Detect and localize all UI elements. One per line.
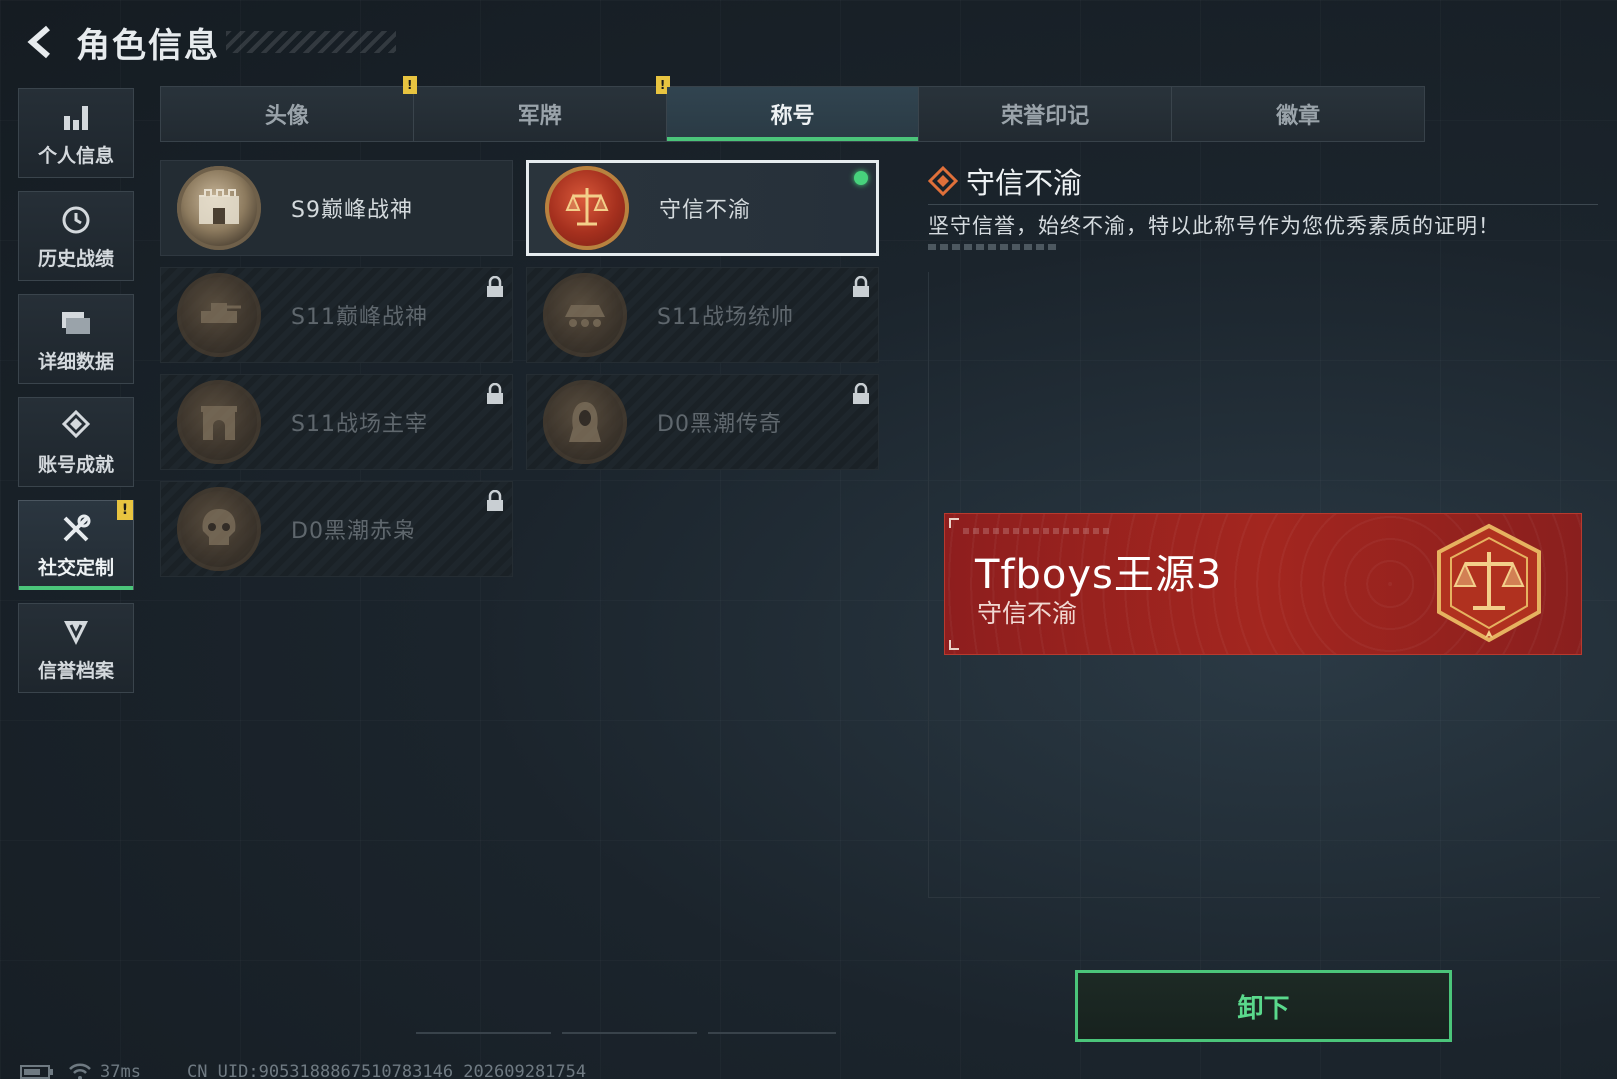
title-card[interactable]: S11巅峰战神 [160,267,513,363]
sidebar-item-achievements[interactable]: 账号成就 [18,397,134,487]
sidebar-item-credit-record[interactable]: 信誉档案 [18,603,134,693]
banner-corner [949,640,959,650]
sidebar-item-social-custom[interactable]: ! 社交定制 [18,500,134,590]
title-card-label: D0黑潮赤枭 [291,519,416,544]
title-card[interactable]: 守信不渝 [526,160,879,256]
apc-medal-icon [543,273,627,357]
hooded-figure-medal-icon [543,380,627,464]
achievement-icon [58,408,94,444]
sidebar-item-label: 社交定制 [37,556,114,579]
title-card-label: S11巅峰战神 [291,305,428,330]
lock-icon [853,383,869,404]
header: 角色信息 [18,18,396,66]
title-card[interactable]: D0黑潮传奇 [526,374,879,470]
sidebar-item-label: 历史战绩 [37,247,114,270]
wifi-icon [69,1063,91,1079]
skull-medal-icon [177,487,261,571]
title-card[interactable]: S11战场统帅 [526,267,879,363]
tab-label: 称号 [770,104,815,129]
sidebar-item-history[interactable]: 历史战绩 [18,191,134,281]
title-card-label: S11战场统帅 [657,305,794,330]
title-decoration [226,31,396,53]
sidebar-item-label: 信誉档案 [37,659,114,682]
preview-player-name: Tfboys王源3 [975,552,1223,598]
sidebar-item-label: 详细数据 [37,350,114,373]
arch-medal-icon [177,380,261,464]
tab-label: 军牌 [517,104,562,129]
sidebar-item-label: 个人信息 [37,144,114,167]
bar-chart-icon [58,99,94,135]
sidebar-item-personal-info[interactable]: 个人信息 [18,88,134,178]
ping-readout: 37ms [100,1062,141,1079]
title-card-label: D0黑潮传奇 [657,412,782,437]
tab-honor-mark[interactable]: 荣誉印记 [919,87,1173,141]
clock-icon [58,202,94,238]
back-arrow-icon [27,25,50,59]
unequip-button[interactable]: 卸下 [1075,970,1452,1042]
title-preview-banner: Tfboys王源3 守信不渝 [944,513,1582,655]
banner-decoration [963,528,1113,534]
tools-icon [58,511,94,547]
description-decoration [928,244,1056,250]
equipped-indicator [854,171,868,185]
back-button[interactable] [18,20,62,64]
sidebar-item-label: 账号成就 [37,453,114,476]
folder-icon [58,305,94,341]
title-card[interactable]: S11战场主宰 [160,374,513,470]
decoration-lines [416,1032,836,1034]
tab-title[interactable]: 称号 [666,87,920,141]
credit-shield-icon [58,614,94,650]
tab-badge[interactable]: 徽章 [1172,87,1424,141]
tab-label: 荣誉印记 [1001,104,1090,129]
status-bar: 37ms CN UID:9053188867510783146 20260928… [20,1062,586,1079]
tab-dog-tag[interactable]: 军牌 ! [414,76,670,141]
lock-icon [487,383,503,404]
tab-label: 徽章 [1276,104,1321,129]
preview-title: 守信不渝 [977,599,1078,628]
detail-title-name: 守信不渝 [966,166,1083,200]
diamond-icon [928,166,958,196]
tab-avatar[interactable]: 头像 ! [161,76,417,141]
lock-icon [487,276,503,297]
battery-icon [20,1065,53,1079]
title-card-label: 守信不渝 [659,198,752,223]
tab-bar: 头像 ! 军牌 ! 称号 荣誉印记 徽章 [160,76,1425,142]
title-card-label: S9巅峰战神 [291,198,413,223]
tab-label: 头像 [264,104,309,129]
lock-icon [487,490,503,511]
uid-readout: CN UID:9053188867510783146 202609281754 [186,1062,587,1079]
banner-corner [949,518,959,528]
divider [928,204,1598,205]
page-title: 角色信息 [76,25,220,66]
lock-icon [853,276,869,297]
sidebar: 个人信息 历史战绩 详细数据 账号成就 ! 社交定制 信誉档案 [18,88,134,706]
detail-description: 坚守信誉，始终不渝，特以此称号作为您优秀素质的证明！ [928,214,1500,238]
fortress-medal-icon [177,166,261,250]
title-card-label: S11战场主宰 [291,412,428,437]
alert-badge: ! [117,500,133,520]
title-card[interactable]: S9巅峰战神 [160,160,513,256]
scales-medal-icon [545,166,629,250]
tank-medal-icon [177,273,261,357]
detail-header: 守信不渝 [928,160,1082,202]
sidebar-item-detailed-data[interactable]: 详细数据 [18,294,134,384]
scales-medal-icon [1437,523,1541,643]
title-card[interactable]: D0黑潮赤枭 [160,481,513,577]
